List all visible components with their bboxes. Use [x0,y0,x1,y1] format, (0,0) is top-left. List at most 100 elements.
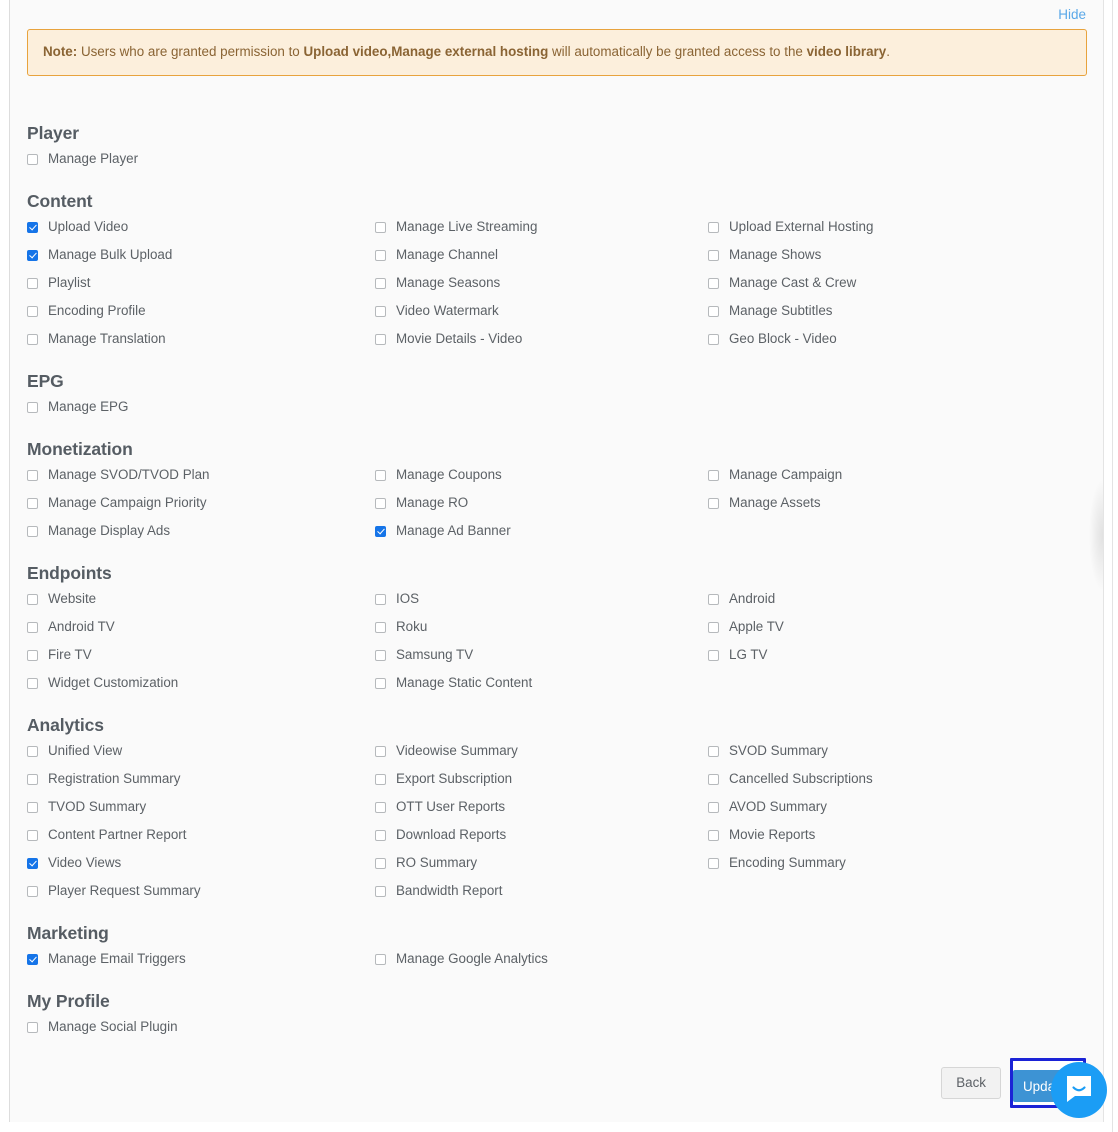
permission-option[interactable]: Manage EPG [27,393,375,421]
permission-option[interactable]: Content Partner Report [27,821,375,849]
permission-option[interactable]: OTT User Reports [375,793,708,821]
back-button[interactable]: Back [941,1067,1001,1099]
permission-option[interactable]: Manage Static Content [375,669,708,697]
permission-option[interactable]: AVOD Summary [708,793,1087,821]
checkbox-icon[interactable] [708,333,719,345]
permission-option[interactable]: Videowise Summary [375,737,708,765]
permission-option[interactable]: Download Reports [375,821,708,849]
permission-option[interactable]: Movie Details - Video [375,325,708,353]
checkbox-icon[interactable] [27,469,38,481]
checkbox-icon[interactable] [375,593,386,605]
checkbox-icon[interactable] [708,497,719,509]
permission-option[interactable]: Manage Ad Banner [375,517,708,545]
checkbox-icon[interactable] [708,745,719,757]
permission-option[interactable]: LG TV [708,641,1087,669]
permission-option[interactable]: Manage Live Streaming [375,213,708,241]
checkbox-icon[interactable] [708,469,719,481]
checkbox-icon[interactable] [375,649,386,661]
checkbox-icon[interactable] [708,773,719,785]
permission-option[interactable]: Android [708,585,1087,613]
permission-option[interactable]: Manage Social Plugin [27,1013,375,1041]
permission-option[interactable]: Export Subscription [375,765,708,793]
permission-option[interactable]: TVOD Summary [27,793,375,821]
checkbox-icon[interactable] [27,857,38,869]
checkbox-icon[interactable] [27,249,38,261]
permission-option[interactable]: Unified View [27,737,375,765]
permission-option[interactable]: Manage Google Analytics [375,945,708,973]
permission-option[interactable]: Apple TV [708,613,1087,641]
permission-option[interactable]: Fire TV [27,641,375,669]
checkbox-icon[interactable] [27,649,38,661]
permission-option[interactable]: Manage Translation [27,325,375,353]
checkbox-icon[interactable] [375,497,386,509]
permission-option[interactable]: Manage Shows [708,241,1087,269]
permission-option[interactable]: Widget Customization [27,669,375,697]
checkbox-icon[interactable] [27,497,38,509]
permission-option[interactable]: Video Views [27,849,375,877]
permission-option[interactable]: Upload External Hosting [708,213,1087,241]
permission-option[interactable]: Android TV [27,613,375,641]
checkbox-icon[interactable] [708,593,719,605]
checkbox-icon[interactable] [708,801,719,813]
checkbox-icon[interactable] [375,221,386,233]
checkbox-icon[interactable] [708,857,719,869]
checkbox-icon[interactable] [708,305,719,317]
checkbox-icon[interactable] [27,525,38,537]
checkbox-icon[interactable] [375,953,386,965]
permission-option[interactable]: Manage Subtitles [708,297,1087,325]
permission-option[interactable]: Manage Bulk Upload [27,241,375,269]
checkbox-icon[interactable] [375,677,386,689]
checkbox-icon[interactable] [27,953,38,965]
checkbox-icon[interactable] [27,333,38,345]
checkbox-icon[interactable] [375,249,386,261]
permission-option[interactable]: Upload Video [27,213,375,241]
permission-option[interactable]: Manage RO [375,489,708,517]
permission-option[interactable]: Roku [375,613,708,641]
checkbox-icon[interactable] [27,829,38,841]
checkbox-icon[interactable] [708,249,719,261]
checkbox-icon[interactable] [27,1021,38,1033]
permission-option[interactable]: Encoding Profile [27,297,375,325]
checkbox-icon[interactable] [27,677,38,689]
permission-option[interactable]: Movie Reports [708,821,1087,849]
checkbox-icon[interactable] [708,621,719,633]
permission-option[interactable]: Geo Block - Video [708,325,1087,353]
checkbox-icon[interactable] [27,305,38,317]
permission-option[interactable]: Playlist [27,269,375,297]
checkbox-icon[interactable] [27,773,38,785]
checkbox-icon[interactable] [27,885,38,897]
permission-option[interactable]: Cancelled Subscriptions [708,765,1087,793]
permission-option[interactable]: Bandwidth Report [375,877,708,905]
checkbox-icon[interactable] [375,333,386,345]
checkbox-icon[interactable] [375,621,386,633]
permission-option[interactable]: Manage Assets [708,489,1087,517]
checkbox-icon[interactable] [27,277,38,289]
permission-option[interactable]: Manage SVOD/TVOD Plan [27,461,375,489]
permission-option[interactable]: Manage Email Triggers [27,945,375,973]
permission-option[interactable]: Manage Campaign [708,461,1087,489]
checkbox-icon[interactable] [375,857,386,869]
permission-option[interactable]: Manage Display Ads [27,517,375,545]
permission-option[interactable]: Player Request Summary [27,877,375,905]
permission-option[interactable]: RO Summary [375,849,708,877]
permission-option[interactable]: Encoding Summary [708,849,1087,877]
checkbox-icon[interactable] [375,305,386,317]
checkbox-icon[interactable] [27,401,38,413]
checkbox-icon[interactable] [375,525,386,537]
permission-option[interactable]: IOS [375,585,708,613]
checkbox-icon[interactable] [375,885,386,897]
permission-option[interactable]: Samsung TV [375,641,708,669]
permission-option[interactable]: Manage Channel [375,241,708,269]
checkbox-icon[interactable] [27,801,38,813]
checkbox-icon[interactable] [375,773,386,785]
permission-option[interactable]: Video Watermark [375,297,708,325]
checkbox-icon[interactable] [375,277,386,289]
checkbox-icon[interactable] [375,801,386,813]
checkbox-icon[interactable] [708,829,719,841]
permission-option[interactable]: Website [27,585,375,613]
checkbox-icon[interactable] [375,829,386,841]
page-scrollbar-track[interactable] [1112,0,1113,1132]
hide-link[interactable]: Hide [1058,8,1086,22]
permission-option[interactable]: Manage Player [27,145,375,173]
permission-option[interactable]: Manage Campaign Priority [27,489,375,517]
